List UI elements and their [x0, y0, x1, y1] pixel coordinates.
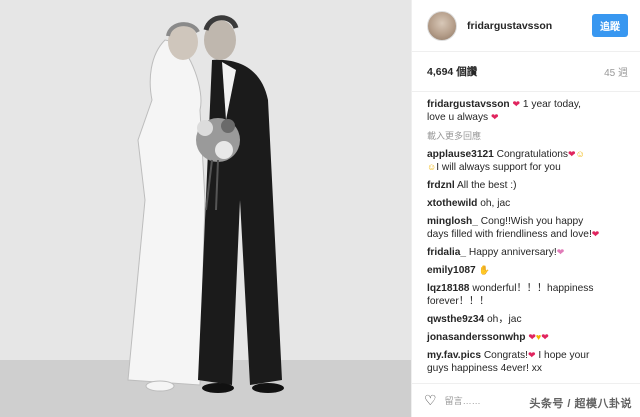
- comment-text-2: I hope your: [535, 350, 590, 361]
- face-emoji: ☺: [575, 149, 585, 159]
- heart-icon[interactable]: ♡: [424, 392, 437, 409]
- comment-item: xtothewild oh, jac: [427, 197, 630, 210]
- sparkling-heart-emoji: ❤: [556, 247, 565, 257]
- comment-text: Cong!!Wish you happy: [477, 216, 584, 227]
- comment-item: frdznl All the best :): [427, 179, 630, 192]
- heart-emoji: ❤: [528, 332, 536, 342]
- comment-text: Happy anniversary!: [466, 247, 557, 258]
- comment-item: fridalia_ Happy anniversary!❤: [427, 246, 630, 259]
- heart-emoji: ❤: [491, 112, 499, 122]
- heart-emoji: ❤: [512, 99, 521, 109]
- comment-text-2: forever！！！: [427, 296, 490, 307]
- wedding-photo-illustration: [0, 0, 411, 417]
- comment-text: wonderful！！！happiness: [469, 283, 594, 294]
- comment-item: jonasanderssonwhp ❤♥❤: [427, 331, 630, 344]
- comment-text: Congrats!: [480, 350, 528, 361]
- comment-username[interactable]: frdznl: [427, 180, 455, 191]
- avatar[interactable]: [427, 10, 457, 41]
- comment-text-3: guys happiness 4ever! xx: [427, 363, 542, 374]
- comment-username[interactable]: applause3121: [427, 149, 494, 160]
- comment-text: oh, jac: [477, 198, 511, 209]
- comment-item: emily1087 ✋: [427, 264, 630, 277]
- comments-list: fridargustavsson ❤ 1 year today, love u …: [412, 92, 640, 375]
- likes-count[interactable]: 4,694 個讚: [427, 64, 477, 79]
- comment-username[interactable]: emily1087: [427, 265, 476, 276]
- caption-text-1: 1 year today,: [520, 99, 582, 110]
- comment-username[interactable]: my.fav.pics: [427, 350, 481, 361]
- face-emoji: ☺: [427, 162, 437, 172]
- hands-emoji: ✋: [478, 265, 490, 275]
- comment-item: my.fav.pics Congrats!❤ I hope your guys …: [427, 349, 630, 375]
- post-stats: 4,694 個讚 45 週: [412, 52, 640, 92]
- comment-username[interactable]: lqz18188: [427, 283, 469, 294]
- comment-username[interactable]: minglosh_: [427, 216, 478, 227]
- post-time[interactable]: 45 週: [604, 64, 628, 79]
- caption: fridargustavsson ❤ 1 year today, love u …: [427, 98, 630, 124]
- comment-text: All the best :): [454, 180, 517, 191]
- heart-emoji: ❤: [568, 149, 576, 159]
- follow-button[interactable]: 追蹤: [592, 14, 628, 37]
- heart-emoji: ❤: [527, 350, 536, 360]
- comment-text-2: I will always support for you: [436, 162, 561, 173]
- comment-username[interactable]: xtothewild: [427, 198, 477, 209]
- watermark: 头条号 / 超模八卦说: [529, 398, 632, 410]
- heart-emoji: ❤: [541, 332, 549, 342]
- comment-username[interactable]: fridalia_: [427, 247, 466, 258]
- comment-text: oh，jac: [484, 314, 522, 325]
- comment-username[interactable]: qwsthe9z34: [427, 314, 484, 325]
- heart-emoji: ❤: [591, 229, 600, 239]
- caption-text-2: love u always: [427, 112, 491, 123]
- post-side-panel: fridargustavsson 追蹤 4,694 個讚 45 週 fridar…: [411, 0, 640, 417]
- load-more-comments-link[interactable]: 載入更多回應: [427, 129, 630, 142]
- comment-text: Congratulations: [493, 149, 569, 160]
- comment-username[interactable]: jonasanderssonwhp: [427, 332, 526, 343]
- post-header: fridargustavsson 追蹤: [412, 0, 640, 52]
- comment-text-2: days filled with friendliness and love!: [427, 229, 592, 240]
- comment-item: minglosh_ Cong!!Wish you happy days fill…: [427, 215, 630, 241]
- post-username[interactable]: fridargustavsson: [467, 20, 592, 32]
- comment-item: applause3121 Congratulations❤☺ ☺I will a…: [427, 148, 630, 174]
- comment-item: lqz18188 wonderful！！！happiness forever！！…: [427, 282, 630, 308]
- caption-username[interactable]: fridargustavsson: [427, 99, 510, 110]
- comment-item: qwsthe9z34 oh，jac: [427, 313, 630, 326]
- post-photo: [0, 0, 411, 417]
